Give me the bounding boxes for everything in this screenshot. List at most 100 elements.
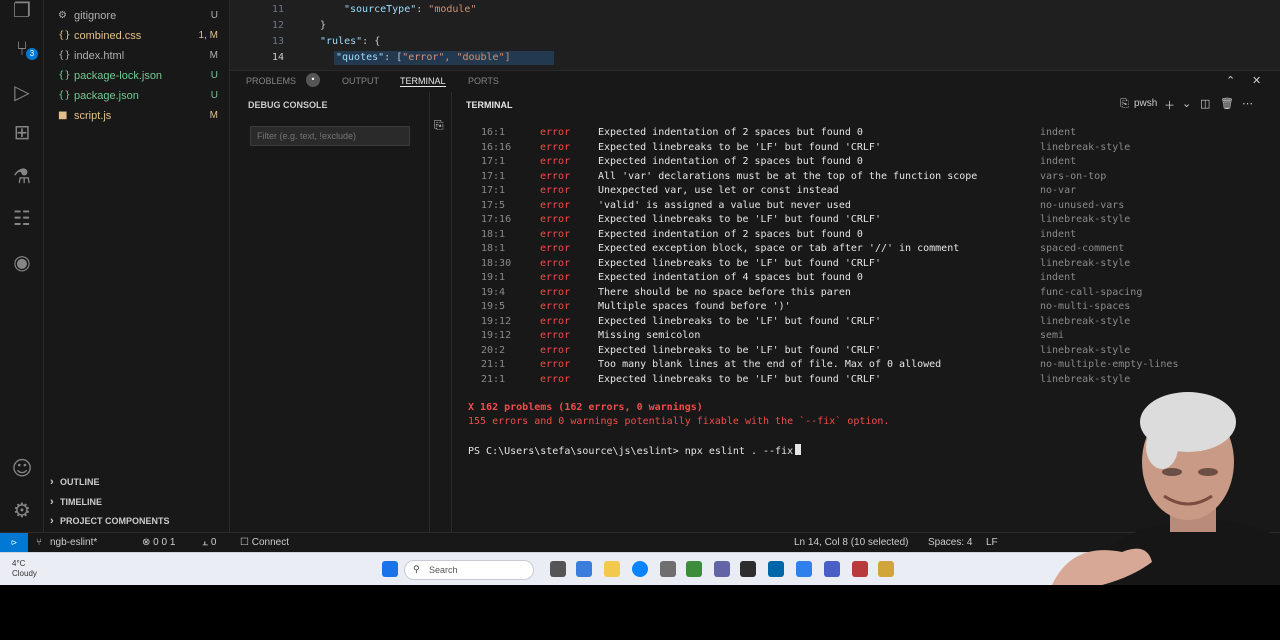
app-icon[interactable] <box>852 561 868 577</box>
copilot-taskbar-icon[interactable] <box>576 561 592 577</box>
terminal-icon[interactable]: ⎘ <box>434 118 444 133</box>
file-status: M <box>209 50 218 61</box>
file-item[interactable]: {} package.json U <box>44 86 230 106</box>
branch-name[interactable]: ngb-eslint* <box>50 537 97 548</box>
weather-temp: 4°C <box>12 559 26 568</box>
file-item[interactable]: {} package-lock.json U <box>44 66 230 86</box>
maximize-panel-icon[interactable]: ⌃ <box>1226 74 1235 87</box>
lint-row: 19:1 error Expected indentation of 4 space… <box>452 271 1252 286</box>
lint-rule: linebreak-style <box>1040 315 1131 327</box>
code-editor[interactable]: 11 12 13 14 "sourceType": "module" } "ru… <box>230 0 1280 70</box>
more-actions-icon[interactable]: ⋯ <box>1242 97 1253 110</box>
section-project-components[interactable]: Project Components <box>44 512 230 531</box>
terminal-shell-name[interactable]: pwsh <box>1134 98 1157 109</box>
tab-output[interactable]: Output <box>342 76 379 86</box>
task-view-icon[interactable] <box>550 561 566 577</box>
account-icon[interactable]: ☺ <box>10 456 34 480</box>
terminal-prompt[interactable]: PS C:\Users\stefa\source\js\eslint> npx … <box>468 444 802 457</box>
split-terminal-icon[interactable]: ◫ <box>1200 97 1210 110</box>
lint-severity: error <box>540 199 571 211</box>
lint-message: Expected linebreaks to be 'LF' but found… <box>598 315 881 327</box>
app-icon[interactable] <box>824 561 840 577</box>
lint-row: 16:1 error Expected indentation of 2 space… <box>452 126 1252 141</box>
testing-icon[interactable]: ⚗ <box>10 164 34 188</box>
file-item[interactable]: ⚙ gitignore U <box>44 6 230 26</box>
weather-widget[interactable]: 4°C Cloudy <box>12 559 37 579</box>
file-item[interactable]: {} index.html M <box>44 46 230 66</box>
connect-button[interactable]: ☐ Connect <box>240 537 289 548</box>
ports-indicator[interactable]: ⫠ 0 <box>202 537 216 548</box>
file-item[interactable]: {} combined.css 1, M <box>44 26 230 46</box>
run-debug-icon[interactable]: ▷ <box>10 80 34 104</box>
lint-severity: error <box>540 359 571 370</box>
terminal-shell-icon[interactable]: ⎘ <box>1120 97 1129 111</box>
file-explorer-icon[interactable] <box>604 561 620 577</box>
edge-icon[interactable] <box>632 561 648 577</box>
file-status: M <box>209 110 218 121</box>
code-line: "rules": { <box>320 36 381 47</box>
lint-message: Expected indentation of 2 spaces but fou… <box>598 127 863 138</box>
extensions-icon[interactable]: ⊞ <box>10 120 34 144</box>
lint-row: 17:5 error 'valid' is assigned a value but… <box>452 199 1252 214</box>
lint-rule: linebreak-style <box>1040 257 1131 269</box>
lint-row: 19:5 error Multiple spaces found before ')… <box>452 300 1252 315</box>
lint-severity: error <box>540 243 571 254</box>
close-panel-icon[interactable]: ✕ <box>1252 74 1261 87</box>
end-of-line[interactable]: LF <box>986 537 998 548</box>
indentation[interactable]: Spaces: 4 <box>928 537 972 548</box>
lint-rule: func-call-spacing <box>1040 286 1143 298</box>
section-timeline[interactable]: Timeline <box>44 493 230 512</box>
lint-row: 20:2 error Expected linebreaks to be 'LF' … <box>452 344 1252 359</box>
lint-location: 18:1 <box>481 228 506 240</box>
tab-terminal[interactable]: Terminal <box>400 76 446 87</box>
lint-location: 19:5 <box>481 301 506 312</box>
app-icon[interactable] <box>796 561 812 577</box>
taskbar-search[interactable]: Search <box>404 560 534 580</box>
lint-row: 17:1 error Expected indentation of 2 space… <box>452 155 1252 170</box>
lint-row: 18:30 error Expected linebreaks to be 'LF'… <box>452 257 1252 272</box>
lint-severity: error <box>540 373 571 385</box>
json-file-icon: {} <box>58 70 71 81</box>
code-line: "quotes": ["error", "double"] <box>336 52 511 63</box>
copilot-icon[interactable]: ◉ <box>10 250 34 274</box>
lint-message: Expected linebreaks to be 'LF' but found… <box>598 257 881 269</box>
lint-severity: error <box>540 185 571 196</box>
lint-rule: indent <box>1040 272 1077 283</box>
lint-severity: error <box>540 257 571 269</box>
lint-severity: error <box>540 315 571 327</box>
settings-gear-icon[interactable]: ⚙ <box>10 498 34 522</box>
teams-icon[interactable] <box>714 561 730 577</box>
lint-rule: semi <box>1040 330 1065 341</box>
kill-terminal-icon[interactable]: 🗑 <box>1220 97 1234 110</box>
problems-indicator[interactable]: ⊗ 0 0 1 <box>142 537 175 548</box>
lint-severity: error <box>540 301 571 312</box>
file-item[interactable]: ■ script.js M <box>44 106 230 126</box>
activity-bar: ❐ ⑂ 3 ▷ ⊞ ⚗ ☷ ◉ ☺ ⚙ <box>0 0 44 532</box>
lint-message: Expected exception block, space or tab a… <box>598 243 960 254</box>
cursor-position[interactable]: Ln 14, Col 8 (10 selected) <box>794 537 909 548</box>
terminal-dropdown-icon[interactable]: ⌄ <box>1182 97 1191 110</box>
section-outline[interactable]: Outline <box>44 473 230 492</box>
new-terminal-icon[interactable]: ＋ <box>1164 97 1175 113</box>
terminal-cursor <box>795 444 802 455</box>
remote-explorer-icon[interactable]: ☷ <box>10 206 34 230</box>
start-icon[interactable] <box>382 561 398 577</box>
lint-row: 16:16 error Expected linebreaks to be 'LF'… <box>452 141 1252 156</box>
vscode-icon[interactable] <box>768 561 784 577</box>
tab-problems[interactable]: Problems <box>246 76 296 86</box>
remote-indicator-icon[interactable]: ⪧ <box>0 533 28 553</box>
lint-row: 21:1 error Expected linebreaks to be 'LF' … <box>452 373 1252 388</box>
lint-rule: no-var <box>1040 185 1077 196</box>
lint-rule: indent <box>1040 156 1077 167</box>
file-name: script.js <box>74 110 112 122</box>
explorer-sidebar: ⚙ gitignore U{} combined.css 1, M{} index.htm… <box>44 0 230 532</box>
lint-message: Expected linebreaks to be 'LF' but found… <box>598 141 881 153</box>
files-icon[interactable]: ❐ <box>10 0 34 22</box>
tab-ports[interactable]: Ports <box>468 76 499 86</box>
app-icon[interactable] <box>686 561 702 577</box>
lint-message: 'valid' is assigned a value but never us… <box>598 199 851 211</box>
store-icon[interactable] <box>660 561 676 577</box>
terminal-taskbar-icon[interactable] <box>740 561 756 577</box>
debug-filter-input[interactable] <box>250 126 410 146</box>
app-icon[interactable] <box>878 561 894 577</box>
